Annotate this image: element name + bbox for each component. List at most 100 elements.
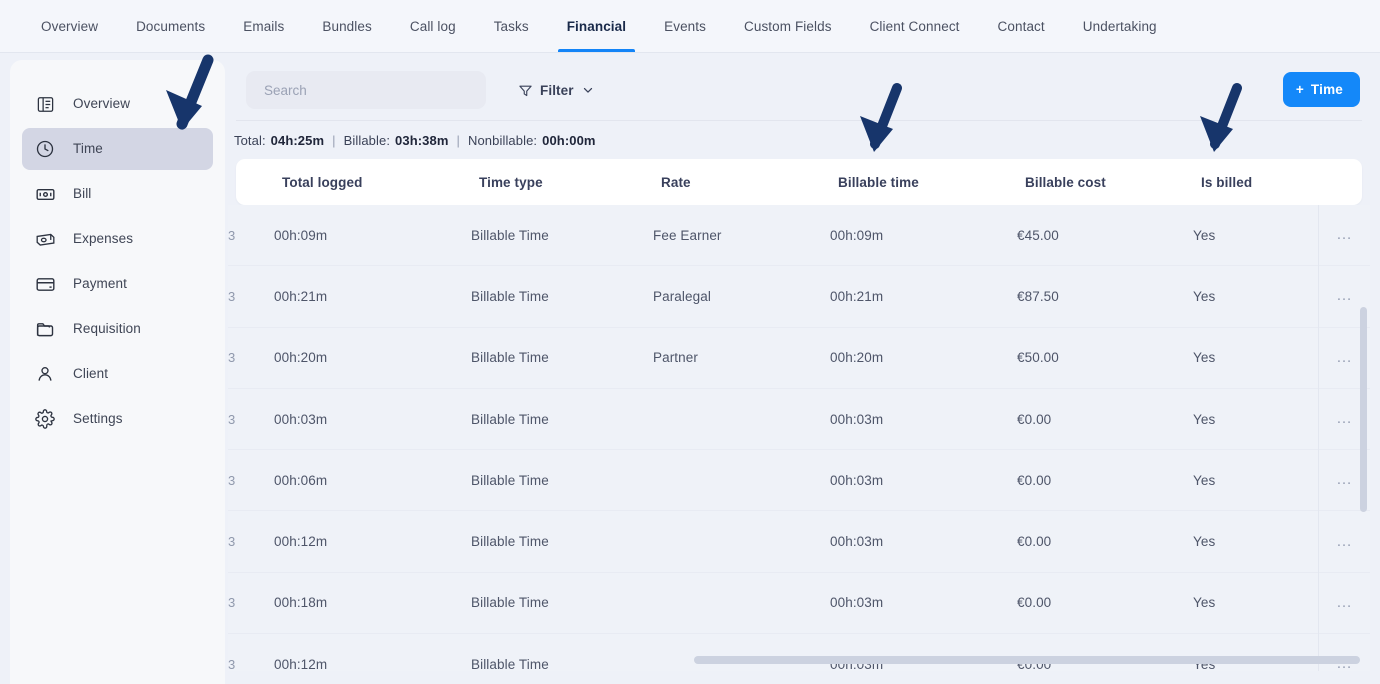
totals-separator: | — [332, 132, 336, 148]
cell-row-id: 3 — [228, 227, 236, 243]
tab-emails[interactable]: Emails — [224, 0, 303, 52]
filter-button[interactable]: Filter — [518, 83, 595, 98]
sidebar-item-expenses[interactable]: Expenses — [22, 218, 213, 260]
tab-events[interactable]: Events — [645, 0, 725, 52]
cell-is-billed: Yes — [1193, 595, 1216, 611]
cell-rate: Fee Earner — [653, 227, 722, 243]
cell-time-type: Billable Time — [471, 411, 549, 427]
tab-tasks[interactable]: Tasks — [475, 0, 548, 52]
gear-icon — [34, 408, 56, 430]
cell-billable-cost: €87.50 — [1017, 288, 1059, 304]
plus-icon: + — [1295, 82, 1304, 97]
sidebar-item-label: Time — [73, 141, 103, 157]
tab-label: Tasks — [493, 18, 529, 34]
clock-icon — [34, 138, 56, 160]
table-row[interactable]: 3 00h:20m Billable Time Partner 00h:20m … — [228, 327, 1370, 389]
tab-overview[interactable]: Overview — [22, 0, 117, 52]
cell-time-type: Billable Time — [471, 534, 549, 550]
column-header-total-logged[interactable]: Total logged — [282, 175, 457, 190]
time-toolbar: Filter + Time — [228, 60, 1370, 120]
table-vertical-scrollbar-thumb[interactable] — [1360, 307, 1367, 512]
filter-label: Filter — [540, 82, 574, 98]
tab-financial[interactable]: Financial — [548, 0, 645, 52]
tab-undertaking[interactable]: Undertaking — [1064, 0, 1176, 52]
cell-row-id: 3 — [228, 350, 236, 366]
credit-card-icon — [34, 273, 56, 295]
cell-row-id: 3 — [228, 595, 236, 611]
table-vertical-scrollbar[interactable] — [1360, 307, 1367, 671]
table-row[interactable]: 3 00h:12m Billable Time 00h:03m €0.00 Ye… — [228, 510, 1370, 573]
column-header-is-billed[interactable]: Is billed — [1201, 175, 1311, 190]
tab-contact[interactable]: Contact — [979, 0, 1064, 52]
sidebar-item-label: Requisition — [73, 321, 141, 337]
cell-billable-cost: €0.00 — [1017, 411, 1052, 427]
tab-bundles[interactable]: Bundles — [303, 0, 391, 52]
table-row[interactable]: 3 00h:12m Billable Time 00h:03m €0.00 Ye… — [228, 633, 1370, 671]
tab-label: Financial — [566, 18, 627, 34]
sidebar-item-label: Settings — [73, 411, 123, 427]
column-header-time-type[interactable]: Time type — [479, 175, 654, 190]
sidebar-item-label: Overview — [73, 96, 131, 112]
sidebar-item-client[interactable]: Client — [22, 353, 213, 395]
tab-label: Bundles — [322, 18, 372, 34]
sidebar-item-label: Client — [73, 366, 109, 382]
sidebar-item-requisition[interactable]: Requisition — [22, 308, 213, 350]
table-horizontal-scrollbar-thumb[interactable] — [694, 656, 1360, 664]
tab-label: Events — [664, 18, 706, 34]
cell-billable-cost: €45.00 — [1017, 227, 1059, 243]
column-header-billable-cost[interactable]: Billable cost — [1025, 175, 1190, 190]
cell-total-logged: 00h:21m — [274, 288, 328, 304]
cell-is-billed: Yes — [1193, 227, 1216, 243]
table-horizontal-scrollbar[interactable] — [228, 656, 1370, 664]
sidebar-item-bill[interactable]: Bill — [22, 173, 213, 215]
cell-total-logged: 00h:18m — [274, 595, 328, 611]
sidebar-item-label: Bill — [73, 186, 92, 202]
table-header-row: Total logged Time type Rate Billable tim… — [236, 159, 1362, 205]
tab-call-log[interactable]: Call log — [391, 0, 475, 52]
cell-is-billed: Yes — [1193, 350, 1216, 366]
cell-time-type: Billable Time — [471, 595, 549, 611]
total-label: Total: — [234, 132, 266, 148]
cell-time-type: Billable Time — [471, 472, 549, 488]
total-value: 04h:25m — [270, 132, 325, 148]
cell-billable-time: 00h:03m — [830, 411, 884, 427]
tab-label: Custom Fields — [744, 18, 832, 34]
cell-row-id: 3 — [228, 534, 236, 550]
table-row[interactable]: 3 00h:03m Billable Time 00h:03m €0.00 Ye… — [228, 388, 1370, 451]
sidebar-item-settings[interactable]: Settings — [22, 398, 213, 440]
column-header-rate[interactable]: Rate — [661, 175, 836, 190]
add-time-button[interactable]: + Time — [1282, 72, 1360, 107]
tab-documents[interactable]: Documents — [117, 0, 224, 52]
cell-billable-time: 00h:03m — [830, 595, 884, 611]
sidebar-item-overview[interactable]: Overview — [22, 83, 213, 125]
sidebar-item-payment[interactable]: Payment — [22, 263, 213, 305]
money-stack-icon — [34, 228, 56, 250]
cell-total-logged: 00h:09m — [274, 227, 328, 243]
cell-row-id: 3 — [228, 472, 236, 488]
cell-billable-time: 00h:03m — [830, 534, 884, 550]
sidebar-item-time[interactable]: Time — [22, 128, 213, 170]
cell-billable-time: 00h:03m — [830, 472, 884, 488]
totals-separator: | — [456, 132, 460, 148]
sidebar-item-label: Expenses — [73, 231, 134, 247]
tab-client-connect[interactable]: Client Connect — [851, 0, 979, 52]
search-input[interactable] — [246, 71, 486, 109]
cell-rate: Partner — [653, 350, 698, 366]
table-row[interactable]: 3 00h:21m Billable Time Paralegal 00h:21… — [228, 265, 1370, 328]
row-menu-icon[interactable]: … — [1318, 204, 1370, 266]
cell-rate: Paralegal — [653, 288, 711, 304]
column-header-billable-time[interactable]: Billable time — [838, 175, 1018, 190]
tab-label: Contact — [997, 18, 1045, 34]
tab-custom-fields[interactable]: Custom Fields — [725, 0, 851, 52]
chevron-down-icon — [581, 83, 595, 97]
table-row[interactable]: 3 00h:18m Billable Time 00h:03m €0.00 Ye… — [228, 572, 1370, 635]
cell-time-type: Billable Time — [471, 288, 549, 304]
cell-billable-cost: €0.00 — [1017, 534, 1052, 550]
table-row[interactable]: 3 00h:06m Billable Time 00h:03m €0.00 Ye… — [228, 449, 1370, 512]
cell-total-logged: 00h:20m — [274, 350, 328, 366]
financial-sidebar: Overview Time Bill Expenses Payment Requ… — [10, 60, 225, 684]
table-row[interactable]: 3 00h:09m Billable Time Fee Earner 00h:0… — [228, 204, 1370, 267]
book-icon — [34, 93, 56, 115]
cell-is-billed: Yes — [1193, 534, 1216, 550]
cell-time-type: Billable Time — [471, 350, 549, 366]
